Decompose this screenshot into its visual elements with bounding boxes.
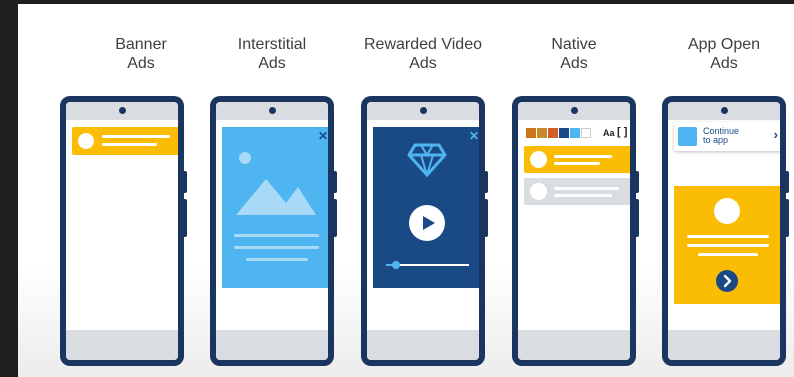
phone-native: Aa [ ] bbox=[512, 96, 639, 366]
color-swatch[interactable] bbox=[581, 128, 591, 138]
sun-icon bbox=[239, 152, 251, 164]
close-icon[interactable]: ✕ bbox=[469, 130, 479, 142]
phone-banner bbox=[60, 96, 187, 366]
color-swatch[interactable] bbox=[548, 128, 558, 138]
continue-to-app-label: Continue to app bbox=[703, 126, 740, 145]
label-rewarded-video-ads: Rewarded Video Ads bbox=[363, 36, 482, 72]
close-icon[interactable]: ✕ bbox=[318, 130, 328, 142]
color-swatch[interactable] bbox=[526, 128, 536, 138]
rewarded-video-ad[interactable]: ✕ bbox=[373, 127, 479, 288]
camera-icon bbox=[118, 107, 126, 114]
native-ad-card[interactable] bbox=[524, 146, 630, 173]
camera-icon bbox=[268, 107, 276, 114]
play-icon bbox=[423, 216, 435, 230]
label-interstitial-ads: Interstitial Ads bbox=[237, 36, 307, 72]
interstitial-ad[interactable]: ✕ bbox=[222, 127, 328, 288]
mountain-icon bbox=[236, 179, 316, 215]
phone-rewarded-video: ✕ bbox=[361, 96, 488, 366]
camera-icon bbox=[720, 107, 728, 114]
label-native-ads: Native Ads bbox=[551, 36, 597, 72]
color-swatch[interactable] bbox=[559, 128, 569, 138]
label-app-open-ads: App Open Ads bbox=[687, 36, 761, 72]
color-swatch[interactable] bbox=[570, 128, 580, 138]
camera-icon bbox=[419, 107, 427, 114]
font-label[interactable]: Aa bbox=[603, 128, 615, 138]
banner-ad[interactable] bbox=[72, 127, 178, 155]
ad-formats-slide: Banner Ads Interstitial Ads Rewarded Video… bbox=[18, 4, 794, 377]
label-banner-ads: Banner Ads bbox=[115, 36, 167, 72]
camera-icon bbox=[570, 107, 578, 114]
play-button[interactable] bbox=[409, 205, 445, 241]
chevron-right-icon: › bbox=[773, 127, 778, 142]
color-swatch[interactable] bbox=[537, 128, 547, 138]
phone-app-open: Continue to app › bbox=[662, 96, 789, 366]
native-content-card bbox=[524, 178, 630, 205]
arrow-right-icon bbox=[723, 274, 732, 288]
next-button[interactable] bbox=[716, 270, 738, 292]
progress-knob[interactable] bbox=[391, 261, 400, 269]
color-swatches[interactable] bbox=[526, 128, 592, 140]
resize-icon[interactable]: [ ] bbox=[617, 126, 627, 138]
video-progress[interactable] bbox=[386, 261, 469, 269]
phone-interstitial: ✕ bbox=[210, 96, 337, 366]
app-open-ad[interactable] bbox=[674, 186, 780, 304]
app-icon bbox=[678, 127, 697, 146]
continue-to-app-button[interactable]: Continue to app › bbox=[674, 122, 780, 151]
diamond-icon bbox=[407, 143, 447, 177]
